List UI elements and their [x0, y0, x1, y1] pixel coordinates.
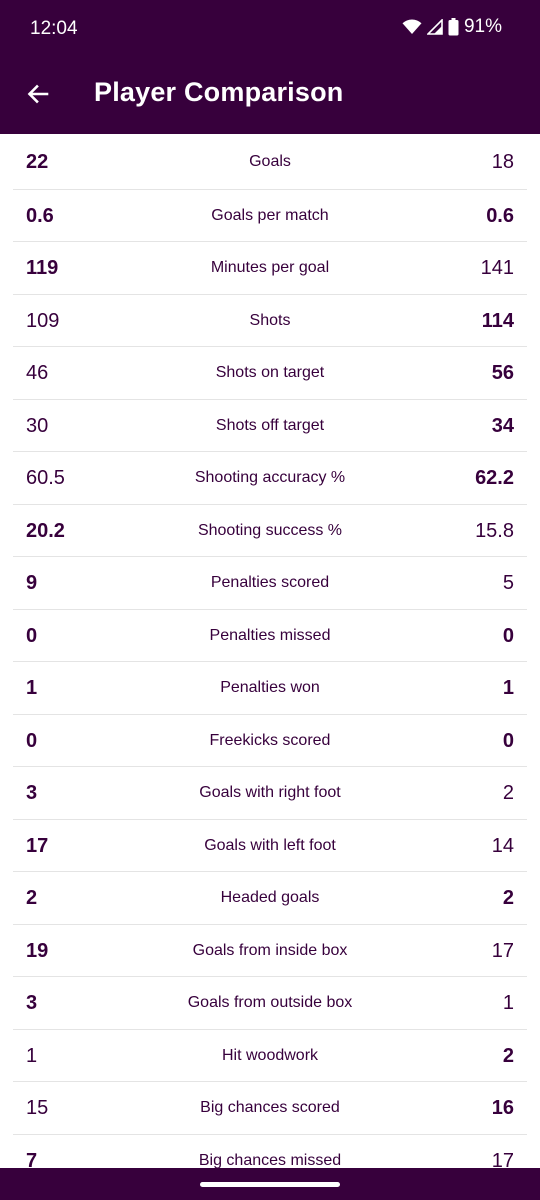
system-navigation-bar	[0, 1168, 540, 1200]
player-two-value: 16	[491, 1097, 514, 1119]
page-title: Player Comparison	[94, 77, 344, 107]
stat-row: 109 Shots 114	[13, 293, 527, 347]
stat-label: Big chances scored	[200, 1099, 340, 1116]
home-gesture-handle[interactable]	[200, 1182, 340, 1187]
stat-row: 0 Penalties missed 0	[13, 608, 527, 662]
stat-label: Hit woodwork	[221, 1046, 319, 1064]
stat-row: 0 Freekicks scored 0	[13, 713, 527, 767]
player-two-value: 2	[502, 1044, 514, 1067]
stat-label: Penalties scored	[210, 574, 330, 591]
stat-row: 15 Big chances scored 16	[13, 1081, 527, 1134]
stat-row: 3 Goals with right foot 2	[13, 766, 527, 819]
stat-label: Goals with right foot	[199, 784, 341, 801]
battery-icon	[448, 18, 459, 36]
player-two-value: 62.2	[475, 467, 514, 489]
stat-label: Goals	[249, 153, 291, 170]
stat-label: Headed goals	[220, 889, 320, 906]
player-two-value: 15.8	[475, 519, 514, 542]
stat-label: Shots on target	[215, 364, 325, 381]
stat-row: 1 Penalties won 1	[13, 661, 527, 714]
player-two-value: 114	[481, 309, 514, 332]
stat-row: 17 Goals with left foot 14	[13, 818, 527, 872]
stat-label: Minutes per goal	[210, 259, 330, 276]
stat-label: Shots	[249, 311, 291, 329]
comparison-list[interactable]: 22 Goals 18 0.6 Goals per match 0.6 119 Minutes…	[0, 134, 540, 1168]
player-two-value: 56	[491, 362, 514, 384]
stat-row: 46 Shots on target 56	[13, 346, 527, 399]
player-two-value: 2	[502, 782, 514, 804]
stat-row: 1 Hit woodwork 2	[13, 1028, 527, 1082]
stat-row: 3 Goals from outside box 1	[13, 976, 527, 1029]
stat-label: Goals with left foot	[204, 836, 336, 854]
stat-label: Freekicks scored	[209, 731, 331, 749]
app-bar: Player Comparison	[0, 58, 540, 134]
player-two-value: 5	[502, 572, 514, 594]
arrow-back-icon	[26, 82, 50, 111]
stat-label: Goals from inside box	[192, 941, 348, 959]
player-two-value: 1	[502, 677, 514, 699]
stat-row: 30 Shots off target 34	[13, 398, 527, 452]
player-two-value: 34	[491, 414, 514, 437]
stat-row: 0.6 Goals per match 0.6	[13, 188, 527, 242]
stat-label: Shooting accuracy %	[194, 469, 346, 486]
status-icons: 91%	[402, 16, 502, 38]
player-two-value: 17	[491, 939, 514, 962]
player-two-value: 0.6	[486, 204, 514, 227]
back-button[interactable]	[16, 74, 60, 118]
player-two-value: 14	[491, 834, 514, 857]
stat-label: Penalties missed	[209, 626, 331, 644]
stat-row: 2 Headed goals 2	[13, 871, 527, 924]
player-two-value: 2	[502, 887, 514, 909]
player-two-value: 18	[491, 151, 514, 173]
stat-row: 22 Goals 18	[13, 136, 527, 189]
stat-row: 19 Goals from inside box 17	[13, 923, 527, 977]
player-two-value: 17	[491, 1149, 514, 1169]
stat-label: Goals per match	[211, 206, 329, 224]
wifi-icon	[402, 19, 422, 35]
stat-row: 9 Penalties scored 5	[13, 556, 527, 609]
stat-row: 7 Big chances missed 17	[13, 1133, 527, 1169]
stat-rows: 22 Goals 18 0.6 Goals per match 0.6 119 Minutes…	[0, 136, 540, 1168]
status-time: 12:04	[30, 18, 78, 39]
player-two-value: 0	[502, 624, 514, 647]
signal-icon	[426, 19, 443, 35]
status-bar: 12:04 91%	[0, 0, 540, 58]
player-two-value: 141	[480, 257, 514, 279]
stat-label: Big chances missed	[198, 1151, 342, 1169]
stat-label: Shooting success %	[197, 521, 343, 539]
stat-row: 60.5 Shooting accuracy % 62.2	[13, 451, 527, 504]
stat-label: Penalties won	[220, 679, 320, 696]
stat-label: Goals from outside box	[187, 994, 353, 1011]
player-two-value: 1	[502, 992, 514, 1014]
stat-row: 119 Minutes per goal 141	[13, 241, 527, 294]
stat-label: Shots off target	[215, 416, 325, 434]
player-two-value: 0	[502, 729, 514, 752]
battery-percent: 91%	[463, 16, 502, 37]
stat-row: 20.2 Shooting success % 15.8	[13, 503, 527, 557]
